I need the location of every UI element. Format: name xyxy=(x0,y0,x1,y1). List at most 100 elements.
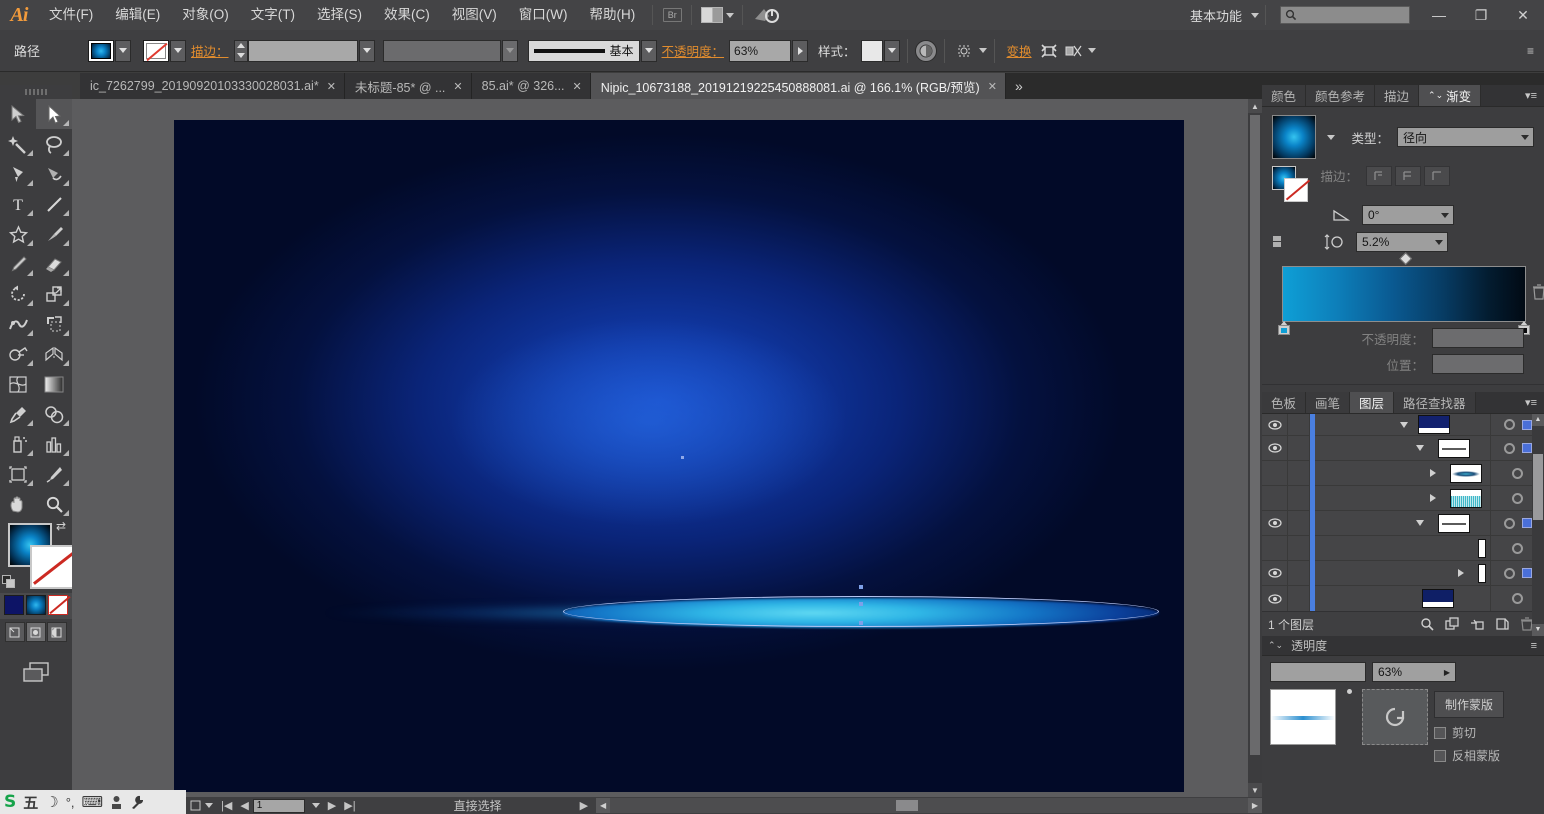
blend-mode-select[interactable] xyxy=(1270,662,1366,682)
punctuation-icon[interactable]: °, xyxy=(66,795,75,810)
layer-visibility-icon[interactable] xyxy=(1262,535,1288,561)
layers-panel-menu-icon[interactable]: ▾≡ xyxy=(1518,392,1544,413)
free-transform-tool[interactable] xyxy=(36,309,72,339)
tab-close-icon[interactable]: ✕ xyxy=(453,80,462,93)
transparency-artwork-thumbnail[interactable] xyxy=(1270,689,1336,745)
tab-overflow-icon[interactable]: » xyxy=(1006,73,1032,99)
layer-twirl-icon[interactable] xyxy=(1400,421,1408,428)
none-fill-button[interactable] xyxy=(48,595,68,615)
toolbox-icon[interactable] xyxy=(110,795,123,810)
menu-file[interactable]: 文件(F) xyxy=(38,0,104,30)
pencil-tool[interactable] xyxy=(0,249,36,279)
document-tab-3[interactable]: 85.ai* @ 326... ✕ xyxy=(471,73,591,99)
transform-label[interactable]: 变换 xyxy=(1007,41,1032,60)
layer-visibility-icon[interactable] xyxy=(1262,560,1288,586)
artboard-nav-last[interactable]: ▶| xyxy=(340,797,359,814)
hscroll-right-icon[interactable]: ▶ xyxy=(1248,798,1262,813)
hscroll-left-icon[interactable]: ◀ xyxy=(596,798,611,813)
fill-swatch-button[interactable] xyxy=(88,39,114,62)
recolor-artwork-icon[interactable] xyxy=(914,39,937,62)
mini-stroke-swatch[interactable] xyxy=(1284,178,1308,202)
isolate-chevron-down-icon[interactable] xyxy=(978,48,987,53)
distribute-chevron-down-icon[interactable] xyxy=(1087,48,1096,53)
layer-target-icon[interactable] xyxy=(1512,593,1523,604)
layer-target-icon[interactable] xyxy=(1503,567,1515,579)
scroll-down-icon[interactable]: ▼ xyxy=(1248,783,1262,797)
tab-close-icon[interactable]: ✕ xyxy=(988,80,997,93)
table-row[interactable] xyxy=(1262,586,1544,611)
eraser-tool[interactable] xyxy=(36,249,72,279)
stroke-within-button[interactable] xyxy=(1366,166,1392,186)
layer-target-icon[interactable] xyxy=(1503,442,1515,454)
opacity-label[interactable]: 不透明度： xyxy=(662,41,725,60)
column-graph-tool[interactable] xyxy=(36,429,72,459)
rotate-tool[interactable] xyxy=(0,279,36,309)
layer-lock-cell[interactable] xyxy=(1288,586,1310,611)
paintbrush-tool[interactable] xyxy=(36,219,72,249)
toolbar-grip[interactable] xyxy=(0,85,72,99)
zoom-tool[interactable] xyxy=(36,489,72,519)
gradient-slider[interactable] xyxy=(1278,252,1544,335)
scroll-up-icon[interactable]: ▲ xyxy=(1248,99,1262,113)
transparency-tab-toggle-icon[interactable]: ⌃⌄ xyxy=(1268,640,1283,651)
gradient-preview-swatch[interactable] xyxy=(1272,115,1316,159)
stock-icon[interactable] xyxy=(749,4,785,26)
make-clipping-mask-icon[interactable] xyxy=(1470,617,1484,631)
clip-checkbox[interactable] xyxy=(1434,726,1446,739)
layer-lock-cell[interactable] xyxy=(1288,485,1310,511)
layer-selection-square[interactable] xyxy=(1521,518,1532,528)
mesh-tool[interactable] xyxy=(0,369,36,399)
width-tool[interactable] xyxy=(0,309,36,339)
moon-icon[interactable]: ☽ xyxy=(45,793,58,811)
gradient-preset-chevron-down-icon[interactable] xyxy=(1327,134,1335,140)
layer-lock-cell[interactable] xyxy=(1288,435,1310,461)
window-close-button[interactable]: ✕ xyxy=(1502,0,1544,30)
menu-view[interactable]: 视图(V) xyxy=(441,0,508,30)
new-sublayer-icon[interactable] xyxy=(1445,617,1459,631)
layer-lock-cell[interactable] xyxy=(1288,413,1310,436)
brush-definition-box[interactable]: 基本 xyxy=(527,39,640,62)
graphic-style-swatch[interactable] xyxy=(860,39,883,62)
panel-resize-handle[interactable] xyxy=(1262,384,1544,392)
menu-object[interactable]: 对象(O) xyxy=(171,0,240,30)
change-screen-mode-icon[interactable] xyxy=(0,657,72,687)
type-tool[interactable]: T xyxy=(0,189,36,219)
layer-target-icon[interactable] xyxy=(1512,542,1523,554)
keyboard-icon[interactable]: ⌨ xyxy=(82,793,104,811)
table-row[interactable] xyxy=(1262,485,1544,511)
transparency-opacity-input[interactable]: 63% ▶ xyxy=(1372,662,1456,682)
menu-effect[interactable]: 效果(C) xyxy=(373,0,441,30)
hscroll-thumb[interactable] xyxy=(896,800,919,811)
sogou-logo-icon[interactable]: S xyxy=(4,792,16,812)
tab-close-icon[interactable]: ✕ xyxy=(573,80,582,93)
layer-target-icon[interactable] xyxy=(1503,419,1515,430)
locate-object-icon[interactable] xyxy=(1420,617,1434,631)
control-panel-menu-icon[interactable]: ≡ xyxy=(1527,44,1534,58)
tab-swatches[interactable]: 色板 xyxy=(1262,392,1307,413)
transparency-panel-menu-icon[interactable]: ≡ xyxy=(1524,640,1544,652)
status-menu-icon[interactable]: ▶ xyxy=(576,797,592,814)
table-row[interactable] xyxy=(1262,560,1544,586)
default-fill-stroke-icon[interactable] xyxy=(2,575,16,589)
align-icon[interactable] xyxy=(1037,40,1061,62)
document-tab-2[interactable]: 未标题-85* @ ... ✕ xyxy=(344,73,472,99)
document-tab-4-active[interactable]: Nipic_10673188_20191219225450888081.ai @… xyxy=(590,73,1006,99)
artboard-number-input[interactable]: 1 xyxy=(252,798,305,813)
layer-body[interactable] xyxy=(1315,511,1490,536)
selection-tool[interactable] xyxy=(0,99,36,129)
layer-twirl-icon[interactable] xyxy=(1430,469,1436,477)
shape-tool[interactable] xyxy=(0,219,36,249)
layer-body[interactable] xyxy=(1315,486,1490,511)
artboard-tool[interactable] xyxy=(0,459,36,489)
stroke-along-button[interactable] xyxy=(1395,166,1421,186)
perspective-grid-tool[interactable] xyxy=(36,339,72,369)
gradient-aspect-input[interactable]: 5.2% xyxy=(1356,232,1448,252)
symbol-sprayer-tool[interactable] xyxy=(0,429,36,459)
window-minimize-button[interactable]: — xyxy=(1418,0,1460,30)
gradient-fill-button[interactable] xyxy=(26,595,46,615)
workspace-switcher[interactable]: 基本功能 xyxy=(1184,6,1248,25)
direct-selection-tool[interactable] xyxy=(36,99,72,129)
gradient-midpoint-handle[interactable] xyxy=(1399,252,1413,266)
tab-layers[interactable]: 图层 xyxy=(1350,392,1395,413)
layer-twirl-icon[interactable] xyxy=(1458,569,1464,577)
